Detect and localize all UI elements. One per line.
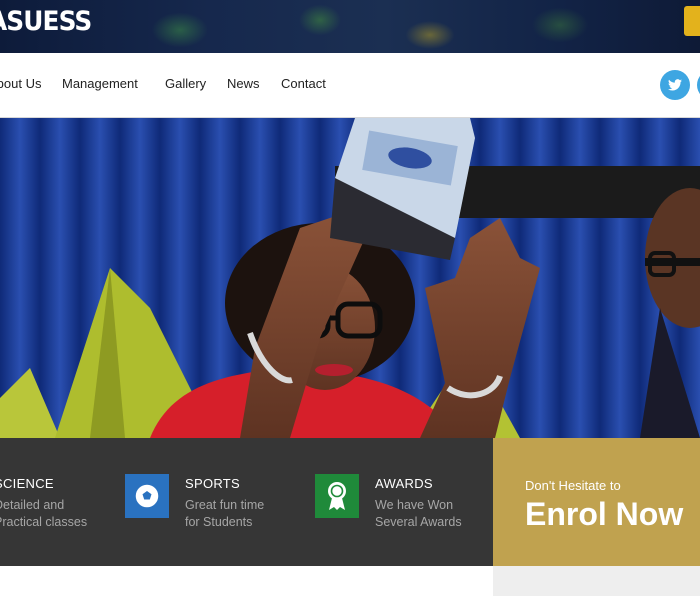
nav-item-gallery[interactable]: Gallery: [165, 76, 206, 91]
feature-desc-science: Detailed and Practical classes: [0, 497, 87, 531]
enrol-subtext: Don't Hesitate to: [525, 478, 621, 493]
sports-icon-tile: [125, 474, 169, 518]
features-strip: SCIENCE Detailed and Practical classes S…: [0, 438, 493, 566]
nav-item-news[interactable]: News: [227, 76, 260, 91]
feature-desc-line: Several Awards: [375, 515, 462, 529]
twitter-button[interactable]: [660, 70, 690, 100]
soccer-ball-icon: [134, 483, 160, 509]
hero-photo: [0, 118, 700, 438]
feature-title-sports: SPORTS: [185, 476, 241, 491]
top-accent-button[interactable]: [684, 6, 700, 36]
award-ribbon-icon: [328, 482, 346, 510]
feature-desc-line: Detailed and: [0, 498, 65, 512]
feature-desc-line: Practical classes: [0, 515, 88, 529]
nav-item-management[interactable]: Management: [62, 76, 138, 91]
feature-desc-line: Great fun time: [185, 498, 265, 512]
nav-item-contact[interactable]: Contact: [281, 76, 326, 91]
feature-title-awards: AWARDS: [375, 476, 433, 491]
feature-desc-awards: We have Won Several Awards: [375, 497, 462, 531]
feature-title-science: SCIENCE: [0, 476, 54, 491]
feature-desc-sports: Great fun time for Students: [185, 497, 264, 531]
sidebar-area: [493, 566, 700, 596]
enrol-now-panel[interactable]: Don't Hesitate to Enrol Now: [493, 438, 700, 566]
content-area: [0, 566, 493, 596]
award-presentation-photo: [0, 118, 700, 438]
enrol-now-heading[interactable]: Enrol Now: [525, 496, 683, 533]
awards-icon-tile: [315, 474, 359, 518]
top-banner: ASUESS: [0, 0, 700, 53]
site-logo[interactable]: ASUESS: [0, 6, 92, 37]
twitter-icon: [668, 79, 682, 91]
feature-desc-line: We have Won: [375, 498, 454, 512]
main-nav: About Us Management Gallery News Contact: [0, 53, 700, 118]
nav-item-about-us[interactable]: About Us: [0, 76, 41, 91]
feature-desc-line: for Students: [185, 515, 253, 529]
